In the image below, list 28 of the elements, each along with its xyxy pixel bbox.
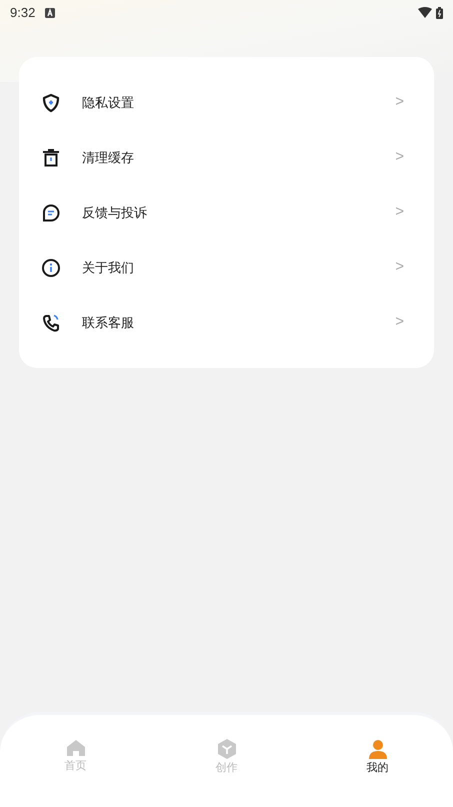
menu-item[interactable]: 联系客服 > bbox=[19, 295, 434, 350]
menu-label: 联系客服 bbox=[82, 314, 135, 332]
cube-icon bbox=[218, 739, 236, 759]
chat-bubble-icon bbox=[41, 202, 61, 222]
wifi-icon bbox=[418, 7, 432, 18]
home-icon bbox=[66, 739, 86, 757]
battery-icon bbox=[436, 6, 443, 18]
menu-item[interactable]: 清理缓存 > bbox=[19, 130, 434, 185]
chevron: > bbox=[395, 257, 404, 278]
tab[interactable]: 我的 bbox=[302, 739, 453, 776]
menu-item[interactable]: 反馈与投诉 > bbox=[19, 185, 434, 240]
menu-label: 关于我们 bbox=[82, 258, 135, 277]
notification-icon bbox=[45, 8, 56, 18]
menu-label: 隐私设置 bbox=[82, 94, 135, 112]
person-icon bbox=[368, 739, 386, 759]
chevron: > bbox=[395, 147, 404, 168]
phone-icon bbox=[41, 312, 61, 332]
menu-label: 清理缓存 bbox=[82, 148, 135, 167]
info-icon bbox=[41, 258, 61, 278]
menu-item[interactable]: 关于我们 > bbox=[19, 240, 434, 295]
chevron: > bbox=[395, 202, 404, 222]
menu-item[interactable]: 隐私设置 > bbox=[19, 75, 434, 130]
shield-icon bbox=[41, 92, 61, 112]
chevron: > bbox=[395, 92, 404, 112]
menu-label: 反馈与投诉 bbox=[82, 204, 148, 222]
trash-icon bbox=[41, 148, 61, 168]
chevron: > bbox=[395, 312, 404, 332]
status-time: 9:32 bbox=[10, 4, 36, 22]
